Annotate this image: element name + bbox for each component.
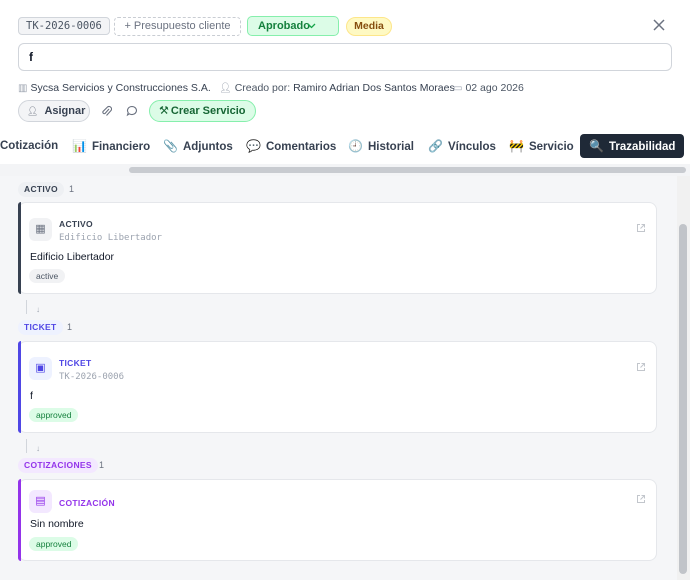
tab-label: Vínculos bbox=[447, 141, 496, 153]
card-code: TK-2026-0006 bbox=[59, 372, 125, 382]
section-count: 1 bbox=[99, 460, 105, 470]
building-icon: ▦ bbox=[29, 218, 52, 241]
section-label-ticket: TICKET bbox=[18, 320, 63, 335]
comment-icon[interactable] bbox=[124, 102, 140, 120]
assign-label: Asignar bbox=[44, 105, 86, 117]
card-accent bbox=[18, 479, 21, 561]
created-by-meta: 👤︎ Creado por: Ramiro Adrian Dos Santos M… bbox=[219, 81, 455, 95]
calendar-icon: ▭ bbox=[453, 83, 463, 94]
tab-comentarios[interactable]: 💬 Comentarios bbox=[246, 134, 336, 158]
trace-card-activo[interactable]: ▦ ACTIVO Edificio Libertador Edificio Li… bbox=[18, 202, 657, 294]
traceability-panel: ACTIVO 1 ▦ ACTIVO Edificio Libertador Ed… bbox=[0, 176, 677, 580]
magnifier-icon: 🔍 bbox=[589, 139, 604, 153]
tab-label: Comentarios bbox=[265, 141, 337, 153]
flow-connector bbox=[26, 439, 27, 453]
building-icon: ▥ bbox=[18, 83, 28, 94]
tab-historial[interactable]: 🕘 Historial bbox=[348, 134, 414, 158]
card-type: COTIZACIÓN bbox=[59, 498, 115, 508]
company-name: Sycsa Servicios y Construcciones S.A. bbox=[30, 82, 211, 94]
create-service-label: Crear Servicio bbox=[170, 105, 246, 117]
external-link-icon[interactable] bbox=[636, 362, 646, 375]
budget-client-button[interactable]: + Presupuesto cliente bbox=[114, 17, 241, 36]
scrollbar-thumb[interactable] bbox=[129, 167, 686, 173]
paperclip-icon: 📎 bbox=[163, 139, 178, 153]
vertical-scrollbar[interactable] bbox=[677, 176, 690, 580]
document-icon: ▤ bbox=[29, 490, 52, 513]
priority-badge[interactable]: Media bbox=[346, 17, 392, 36]
create-service-button[interactable]: ⚒ Crear Servicio bbox=[149, 100, 256, 122]
chevron-down-icon bbox=[307, 17, 316, 41]
tab-cotizacion[interactable]: Cotización bbox=[0, 134, 58, 158]
title-input[interactable]: f bbox=[18, 43, 672, 71]
company-meta: ▥ Sycsa Servicios y Construcciones S.A. bbox=[18, 81, 211, 95]
link-icon: 🔗 bbox=[428, 139, 443, 153]
tab-label: Trazabilidad bbox=[608, 141, 676, 153]
section-count: 1 bbox=[69, 184, 75, 194]
clock-icon: 🕘 bbox=[348, 139, 363, 153]
card-code: Edificio Libertador bbox=[59, 233, 162, 243]
tab-vinculos[interactable]: 🔗 Vínculos bbox=[428, 134, 496, 158]
ticket-icon: ▣ bbox=[29, 357, 52, 380]
ticket-id-chip[interactable]: TK-2026-0006 bbox=[18, 17, 110, 35]
tab-trazabilidad[interactable]: 🔍 Trazabilidad bbox=[580, 134, 685, 158]
created-by-name: Ramiro Adrian Dos Santos Moraes bbox=[293, 82, 455, 94]
status-dropdown[interactable]: Aprobado bbox=[247, 16, 339, 36]
trace-card-ticket[interactable]: ▣ TICKET TK-2026-0006 f approved bbox=[18, 341, 657, 433]
tab-adjuntos[interactable]: 📎 Adjuntos bbox=[163, 134, 233, 158]
flow-connector bbox=[26, 300, 27, 314]
tab-label: Adjuntos bbox=[182, 141, 233, 153]
card-accent bbox=[18, 341, 21, 433]
ticket-header: TK-2026-0006 + Presupuesto cliente Aprob… bbox=[0, 0, 690, 180]
status-badge: approved bbox=[29, 537, 79, 551]
paperclip-icon[interactable] bbox=[98, 102, 114, 120]
created-date: 02 ago 2026 bbox=[465, 82, 524, 94]
card-name: Edificio Libertador bbox=[30, 251, 115, 263]
tabs-horizontal-scrollbar[interactable] bbox=[0, 164, 690, 176]
trace-card-cotizacion[interactable]: ▤ COTIZACIÓN Sin nombre approved bbox=[18, 479, 657, 561]
user-icon: 👤︎ bbox=[27, 106, 39, 116]
external-link-icon[interactable] bbox=[636, 223, 646, 236]
arrow-down-icon: ↓ bbox=[36, 444, 40, 453]
tab-bar: Cotización 📊 Financiero 📎 Adjuntos 💬 Coment… bbox=[0, 134, 690, 158]
tab-label: Historial bbox=[367, 141, 414, 153]
hammer-icon: ⚒ bbox=[159, 105, 169, 117]
arrow-down-icon: ↓ bbox=[36, 305, 40, 314]
status-badge: active bbox=[29, 269, 66, 283]
assign-button[interactable]: 👤︎ Asignar bbox=[18, 100, 90, 122]
section-label-cotizaciones: COTIZACIONES bbox=[18, 458, 98, 473]
status-badge: approved bbox=[29, 408, 79, 422]
close-icon[interactable] bbox=[650, 15, 668, 35]
tab-financiero[interactable]: 📊 Financiero bbox=[72, 134, 150, 158]
comment-icon: 💬 bbox=[246, 139, 261, 153]
card-accent bbox=[18, 202, 21, 294]
tab-servicio[interactable]: 🚧 Servicio bbox=[509, 134, 574, 158]
created-by-label: Creado por: bbox=[234, 82, 291, 94]
section-count: 1 bbox=[67, 322, 73, 332]
tab-label: Cotización bbox=[0, 140, 59, 152]
card-name: f bbox=[30, 390, 33, 402]
chart-icon: 📊 bbox=[72, 139, 87, 153]
section-label-activo: ACTIVO bbox=[18, 182, 64, 197]
scrollbar-thumb[interactable] bbox=[679, 224, 687, 574]
tab-label: Servicio bbox=[528, 141, 574, 153]
tab-label: Financiero bbox=[91, 141, 151, 153]
external-link-icon[interactable] bbox=[636, 494, 646, 507]
status-label: Aprobado bbox=[258, 20, 310, 32]
construction-icon: 🚧 bbox=[509, 139, 524, 153]
card-type: TICKET bbox=[59, 358, 92, 368]
card-type: ACTIVO bbox=[59, 219, 93, 229]
user-icon: 👤︎ bbox=[219, 83, 232, 94]
date-meta: ▭ 02 ago 2026 bbox=[453, 81, 524, 95]
card-name: Sin nombre bbox=[30, 518, 84, 530]
